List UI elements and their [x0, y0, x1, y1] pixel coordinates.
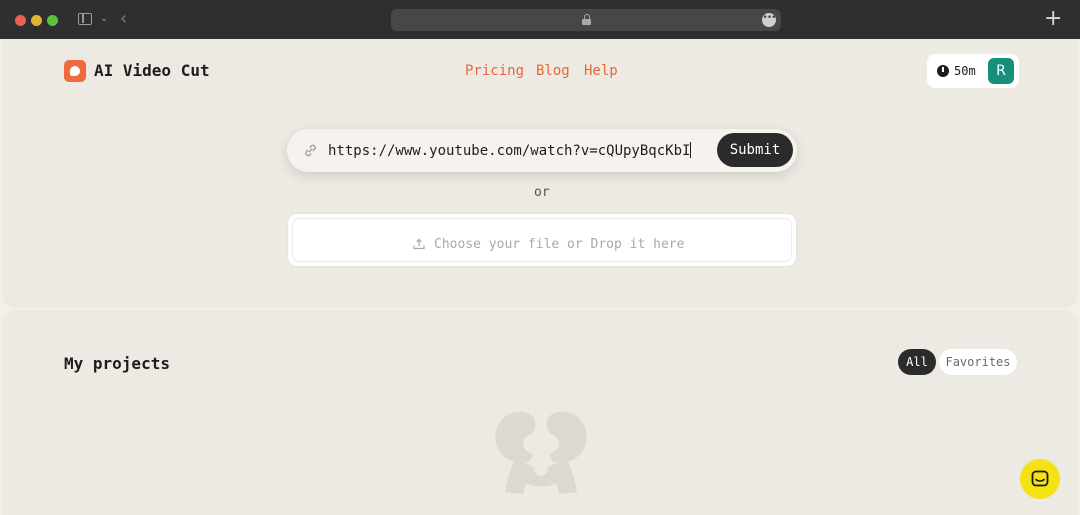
browser-toolbar: ⌄ ‹ ••• + [0, 0, 1080, 39]
link-icon [305, 144, 316, 157]
drop-zone-label: Choose your file or Drop it here [434, 237, 685, 252]
or-separator: or [534, 185, 550, 200]
nav-help[interactable]: Help [584, 63, 618, 79]
file-drop-zone[interactable]: Choose your file or Drop it here [287, 213, 797, 267]
maximize-window-button[interactable] [47, 15, 58, 26]
back-arrow-icon[interactable]: ‹ [120, 8, 127, 29]
url-input-container[interactable]: https://www.youtube.com/watch?v=cQUpyBqc… [287, 129, 797, 172]
chevron-down-icon[interactable]: ⌄ [100, 13, 108, 24]
credits-remaining: 50m [954, 64, 976, 78]
empty-state-illustration-icon [495, 411, 587, 494]
brand-logo-icon[interactable] [64, 60, 86, 82]
filter-favorites-button[interactable]: Favorites [939, 349, 1017, 375]
nav-blog[interactable]: Blog [536, 63, 570, 79]
more-icon[interactable]: ••• [762, 13, 776, 27]
close-window-button[interactable] [15, 15, 26, 26]
upload-icon [413, 238, 425, 250]
text-caret [690, 142, 692, 158]
projects-section: My projects All Favorites [2, 310, 1078, 515]
url-input[interactable]: https://www.youtube.com/watch?v=cQUpyBqc… [328, 142, 692, 159]
drop-zone-inner: Choose your file or Drop it here [292, 218, 792, 262]
submit-button[interactable]: Submit [717, 133, 793, 167]
avatar[interactable]: R [988, 58, 1014, 84]
new-tab-icon[interactable]: + [1044, 6, 1062, 31]
clock-icon [937, 65, 949, 77]
brand-name[interactable]: AI Video Cut [94, 61, 210, 80]
hero-section: AI Video Cut Pricing Blog Help 50m R htt… [2, 39, 1078, 308]
chat-icon [1031, 470, 1049, 487]
filter-all-button[interactable]: All [898, 349, 936, 375]
nav-pricing[interactable]: Pricing [465, 63, 524, 79]
browser-address-bar[interactable]: ••• [391, 9, 781, 31]
page: AI Video Cut Pricing Blog Help 50m R htt… [0, 39, 1080, 515]
chat-support-button[interactable] [1020, 459, 1060, 499]
lock-icon [582, 14, 591, 25]
credits-widget[interactable]: 50m R [927, 54, 1019, 88]
projects-title: My projects [64, 354, 170, 373]
sidebar-toggle-icon[interactable] [78, 13, 92, 25]
minimize-window-button[interactable] [31, 15, 42, 26]
